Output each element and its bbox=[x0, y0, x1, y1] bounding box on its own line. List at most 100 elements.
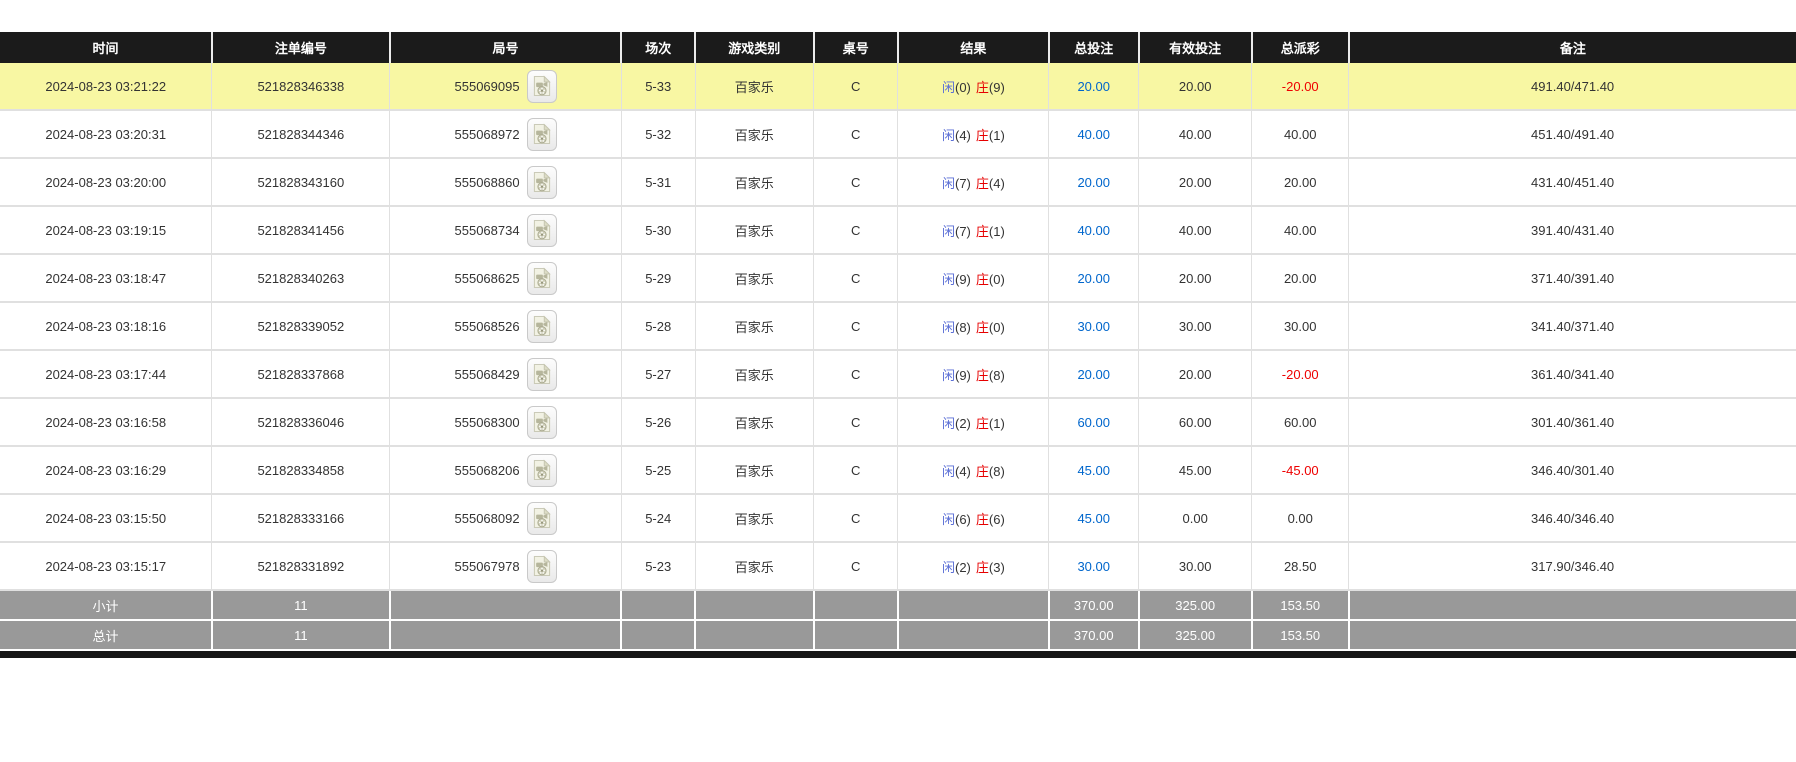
result-banker-score: (8) bbox=[989, 368, 1005, 383]
cell-game-type: 百家乐 bbox=[695, 446, 814, 494]
table-row[interactable]: 2024-08-23 03:21:22 521828346338 5550690… bbox=[0, 63, 1796, 110]
cell-bet-id: 521828334858 bbox=[212, 446, 390, 494]
grand-total-empty-cell bbox=[814, 620, 898, 650]
video-replay-icon bbox=[533, 75, 551, 97]
total-bet-link[interactable]: 45.00 bbox=[1077, 511, 1110, 526]
cell-valid-bet: 40.00 bbox=[1139, 110, 1252, 158]
result-player-label: 闲 bbox=[942, 320, 955, 335]
table-row[interactable]: 2024-08-23 03:16:29 521828334858 5550682… bbox=[0, 446, 1796, 494]
result-banker-label: 庄 bbox=[976, 176, 989, 191]
table-row[interactable]: 2024-08-23 03:16:58 521828336046 5550683… bbox=[0, 398, 1796, 446]
cell-time: 2024-08-23 03:17:44 bbox=[0, 350, 212, 398]
cell-table-no: C bbox=[814, 446, 898, 494]
table-row[interactable]: 2024-08-23 03:18:16 521828339052 5550685… bbox=[0, 302, 1796, 350]
cell-result: 闲(0)庄(9) bbox=[898, 63, 1049, 110]
replay-video-button[interactable] bbox=[527, 214, 557, 247]
grand-total-label: 总计 bbox=[0, 620, 212, 650]
total-bet-link[interactable]: 30.00 bbox=[1077, 319, 1110, 334]
total-bet-link[interactable]: 40.00 bbox=[1077, 127, 1110, 142]
result-player-score: (0) bbox=[955, 80, 971, 95]
grand-total-empty-cell bbox=[1349, 620, 1796, 650]
table-row[interactable]: 2024-08-23 03:19:15 521828341456 5550687… bbox=[0, 206, 1796, 254]
replay-video-button[interactable] bbox=[527, 502, 557, 535]
result-banker-label: 庄 bbox=[976, 272, 989, 287]
payout-value: 60.00 bbox=[1284, 415, 1317, 430]
result-player-label: 闲 bbox=[942, 80, 955, 95]
cell-remark: 391.40/431.40 bbox=[1349, 206, 1796, 254]
cell-session: 5-29 bbox=[621, 254, 695, 302]
header-row: 时间 注单编号 局号 场次 游戏类别 桌号 结果 总投注 有效投注 总派彩 备注 bbox=[0, 32, 1796, 63]
cell-round: 555068429 bbox=[390, 350, 622, 398]
cell-total-bet: 60.00 bbox=[1049, 398, 1139, 446]
bet-records-table: 时间 注单编号 局号 场次 游戏类别 桌号 结果 总投注 有效投注 总派彩 备注… bbox=[0, 32, 1796, 651]
table-row[interactable]: 2024-08-23 03:17:44 521828337868 5550684… bbox=[0, 350, 1796, 398]
cell-round: 555069095 bbox=[390, 63, 622, 110]
result-player-label: 闲 bbox=[942, 368, 955, 383]
cell-round: 555068734 bbox=[390, 206, 622, 254]
cell-result: 闲(2)庄(1) bbox=[898, 398, 1049, 446]
result-banker-label: 庄 bbox=[976, 416, 989, 431]
table-row[interactable]: 2024-08-23 03:20:00 521828343160 5550688… bbox=[0, 158, 1796, 206]
total-bet-link[interactable]: 20.00 bbox=[1077, 79, 1110, 94]
cell-remark: 341.40/371.40 bbox=[1349, 302, 1796, 350]
replay-video-button[interactable] bbox=[527, 262, 557, 295]
total-bet-link[interactable]: 20.00 bbox=[1077, 367, 1110, 382]
cell-time: 2024-08-23 03:20:31 bbox=[0, 110, 212, 158]
cell-payout: 40.00 bbox=[1252, 110, 1349, 158]
replay-video-button[interactable] bbox=[527, 166, 557, 199]
video-replay-icon bbox=[533, 315, 551, 337]
cell-game-type: 百家乐 bbox=[695, 398, 814, 446]
replay-video-button[interactable] bbox=[527, 358, 557, 391]
cell-payout: 0.00 bbox=[1252, 494, 1349, 542]
replay-video-button[interactable] bbox=[527, 454, 557, 487]
cell-total-bet: 20.00 bbox=[1049, 63, 1139, 110]
result-banker-score: (1) bbox=[989, 224, 1005, 239]
cell-time: 2024-08-23 03:18:47 bbox=[0, 254, 212, 302]
cell-game-type: 百家乐 bbox=[695, 494, 814, 542]
cell-result: 闲(7)庄(4) bbox=[898, 158, 1049, 206]
subtotal-valid-bet: 325.00 bbox=[1139, 590, 1252, 620]
total-bet-link[interactable]: 45.00 bbox=[1077, 463, 1110, 478]
total-bet-link[interactable]: 20.00 bbox=[1077, 175, 1110, 190]
result-player-score: (9) bbox=[955, 272, 971, 287]
cell-remark: 317.90/346.40 bbox=[1349, 542, 1796, 590]
cell-session: 5-23 bbox=[621, 542, 695, 590]
table-row[interactable]: 2024-08-23 03:18:47 521828340263 5550686… bbox=[0, 254, 1796, 302]
replay-video-button[interactable] bbox=[527, 310, 557, 343]
grand-total-total-bet: 370.00 bbox=[1049, 620, 1139, 650]
cell-table-no: C bbox=[814, 302, 898, 350]
video-replay-icon bbox=[533, 507, 551, 529]
cell-time: 2024-08-23 03:19:15 bbox=[0, 206, 212, 254]
total-bet-link[interactable]: 30.00 bbox=[1077, 559, 1110, 574]
round-number: 555067978 bbox=[455, 559, 520, 574]
cell-payout: 20.00 bbox=[1252, 158, 1349, 206]
cell-payout: -20.00 bbox=[1252, 63, 1349, 110]
result-banker-score: (1) bbox=[989, 416, 1005, 431]
total-bet-link[interactable]: 20.00 bbox=[1077, 271, 1110, 286]
replay-video-button[interactable] bbox=[527, 406, 557, 439]
total-bet-link[interactable]: 60.00 bbox=[1077, 415, 1110, 430]
result-banker-label: 庄 bbox=[976, 560, 989, 575]
replay-video-button[interactable] bbox=[527, 118, 557, 151]
table-row[interactable]: 2024-08-23 03:20:31 521828344346 5550689… bbox=[0, 110, 1796, 158]
result-player-label: 闲 bbox=[942, 416, 955, 431]
cell-remark: 431.40/451.40 bbox=[1349, 158, 1796, 206]
payout-value: -20.00 bbox=[1282, 79, 1319, 94]
cell-time: 2024-08-23 03:15:50 bbox=[0, 494, 212, 542]
result-banker-label: 庄 bbox=[976, 80, 989, 95]
replay-video-button[interactable] bbox=[527, 70, 557, 103]
column-header-result: 结果 bbox=[898, 32, 1049, 63]
total-bet-link[interactable]: 40.00 bbox=[1077, 223, 1110, 238]
cell-result: 闲(9)庄(0) bbox=[898, 254, 1049, 302]
table-row[interactable]: 2024-08-23 03:15:50 521828333166 5550680… bbox=[0, 494, 1796, 542]
video-replay-icon bbox=[533, 411, 551, 433]
cell-time: 2024-08-23 03:21:22 bbox=[0, 63, 212, 110]
table-row[interactable]: 2024-08-23 03:15:17 521828331892 5550679… bbox=[0, 542, 1796, 590]
round-number: 555068972 bbox=[455, 127, 520, 142]
cell-payout: 60.00 bbox=[1252, 398, 1349, 446]
column-header-remark: 备注 bbox=[1349, 32, 1796, 63]
replay-video-button[interactable] bbox=[527, 550, 557, 583]
subtotal-total-bet: 370.00 bbox=[1049, 590, 1139, 620]
cell-valid-bet: 30.00 bbox=[1139, 542, 1252, 590]
round-number: 555068429 bbox=[455, 367, 520, 382]
